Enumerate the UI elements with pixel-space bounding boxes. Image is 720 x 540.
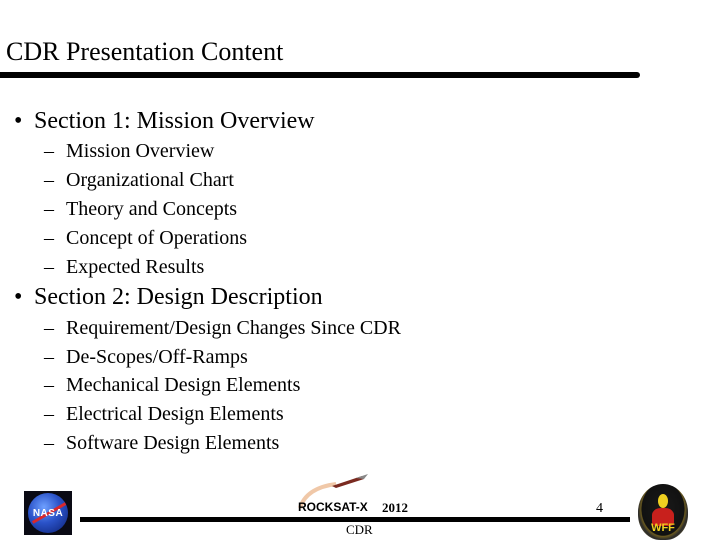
section-label: Section 1: Mission Overview — [34, 108, 315, 134]
title-divider — [0, 72, 640, 78]
nasa-logo: NASA — [24, 491, 72, 535]
dash-icon: – — [44, 403, 54, 425]
section-label: Section 2: Design Description — [34, 284, 323, 310]
list-item-label: Mission Overview — [66, 140, 215, 162]
page-number: 4 — [596, 501, 603, 516]
dash-icon: – — [44, 256, 54, 278]
dash-icon: – — [44, 169, 54, 191]
list-item: – Organizational Chart — [44, 166, 234, 195]
bullet-icon: • — [14, 108, 23, 134]
list-item: – Concept of Operations — [44, 224, 247, 253]
dash-icon: – — [44, 317, 54, 339]
list-item: – Requirement/Design Changes Since CDR — [44, 314, 401, 343]
list-item-label: Electrical Design Elements — [66, 403, 284, 425]
list-item: – De-Scopes/Off-Ramps — [44, 343, 248, 372]
dash-icon: – — [44, 140, 54, 162]
list-item-label: Requirement/Design Changes Since CDR — [66, 317, 401, 339]
rocksat-logo: ROCKSAT-X — [298, 500, 368, 514]
dash-icon: – — [44, 346, 54, 368]
list-item: – Electrical Design Elements — [44, 400, 284, 429]
list-item: – Expected Results — [44, 253, 204, 282]
list-item: – Software Design Elements — [44, 429, 279, 458]
list-item: – Theory and Concepts — [44, 195, 237, 224]
list-item-label: Expected Results — [66, 256, 205, 278]
nasa-logo-text: NASA — [32, 507, 64, 519]
slide-title: CDR Presentation Content — [6, 37, 284, 66]
dash-icon: – — [44, 374, 54, 396]
list-item-label: Theory and Concepts — [66, 198, 238, 220]
footer-subtitle: CDR — [346, 522, 373, 537]
list-item: – Mission Overview — [44, 137, 214, 166]
section-1-heading: • Section 1: Mission Overview — [14, 106, 315, 136]
list-item-label: Software Design Elements — [66, 432, 280, 454]
dash-icon: – — [44, 227, 54, 249]
dash-icon: – — [44, 198, 54, 220]
wff-logo: WFF — [638, 484, 688, 540]
list-item-label: De-Scopes/Off-Ramps — [66, 346, 248, 368]
list-item-label: Mechanical Design Elements — [66, 374, 301, 396]
list-item: – Mechanical Design Elements — [44, 371, 300, 400]
footer-year: 2012 — [382, 500, 408, 515]
wff-logo-text: WFF — [651, 522, 675, 534]
dash-icon: – — [44, 432, 54, 454]
bullet-icon: • — [14, 284, 23, 310]
list-item-label: Organizational Chart — [66, 169, 234, 191]
section-2-heading: • Section 2: Design Description — [14, 282, 323, 312]
list-item-label: Concept of Operations — [66, 227, 248, 249]
